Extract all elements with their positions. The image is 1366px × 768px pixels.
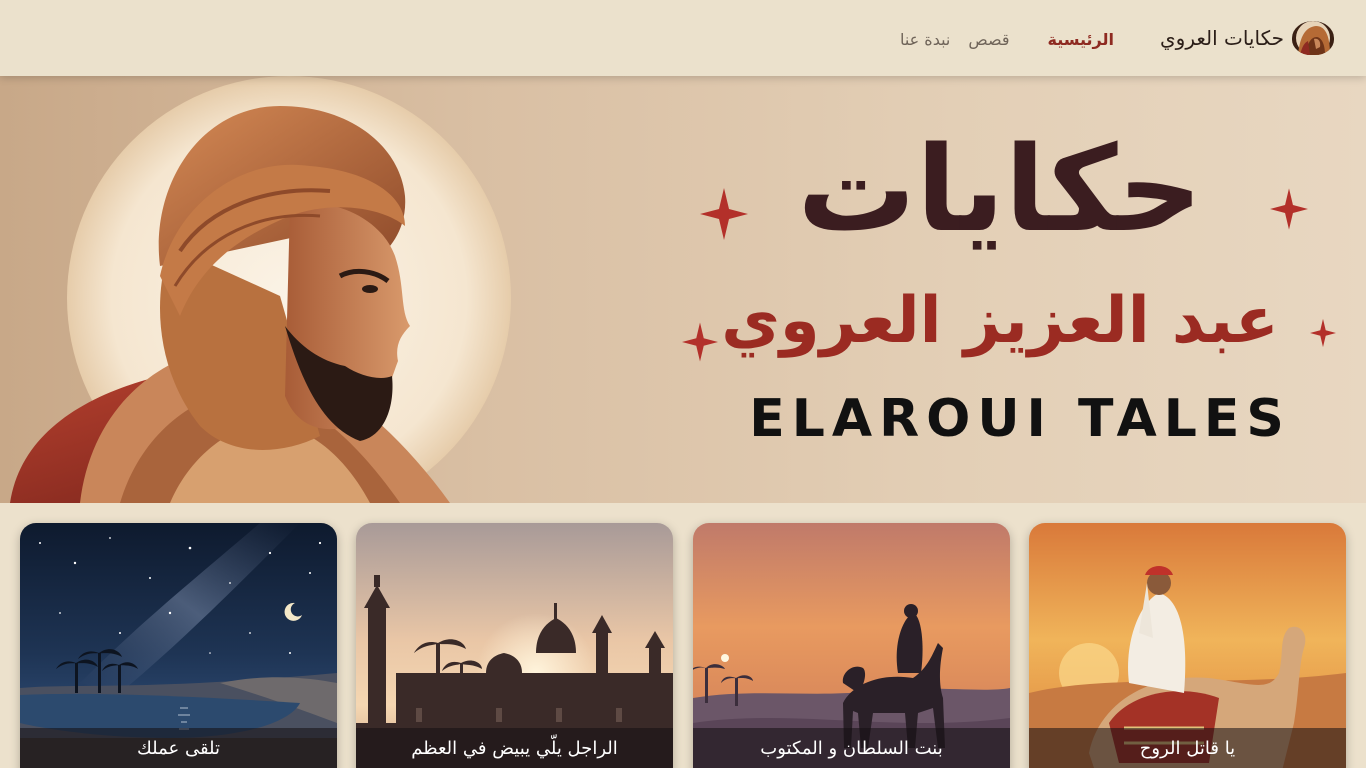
story-card-title: يا قاتل الروح <box>1029 728 1346 768</box>
story-card[interactable]: يا قاتل الروح <box>1029 523 1346 768</box>
story-card[interactable]: الراجل يلّي يبيض في العظم <box>356 523 673 768</box>
story-card-title: الراجل يلّي يبيض في العظم <box>356 728 673 768</box>
hero-subtitle: عبد العزيز العروي <box>721 284 1279 358</box>
nav-stories-link[interactable]: قصص <box>968 30 1009 49</box>
main-navigation: الرئيسية قصص نبدة عنا <box>900 26 1114 52</box>
top-navbar: حكايات العروي الرئيسية قصص نبدة عنا <box>0 0 1366 76</box>
hero-latin-title: ELAROUI TALES <box>749 389 1291 449</box>
story-cards: يا قاتل الروح بنت السلطان و المكتوب الرا… <box>20 523 1346 768</box>
brand-name: حكايات العروي <box>1160 26 1284 50</box>
hero-title: حكايات <box>797 120 1203 258</box>
story-card-title: بنت السلطان و المكتوب <box>693 728 1010 768</box>
hero-banner: حكايات عبد العزيز العروي ELAROUI TALES <box>0 76 1366 503</box>
story-card[interactable]: بنت السلطان و المكتوب <box>693 523 1010 768</box>
brand-home-link[interactable]: حكايات العروي <box>1160 20 1334 56</box>
sparkle-star-icon <box>1310 318 1336 348</box>
nav-home-link[interactable]: الرئيسية <box>1048 30 1115 49</box>
story-card[interactable]: تلقى عملك <box>20 523 337 768</box>
nav-about-link[interactable]: نبدة عنا <box>900 30 950 49</box>
storyteller-avatar-icon <box>1292 21 1334 55</box>
bedouin-storyteller-portrait <box>10 76 511 503</box>
story-card-title: تلقى عملك <box>20 728 337 768</box>
